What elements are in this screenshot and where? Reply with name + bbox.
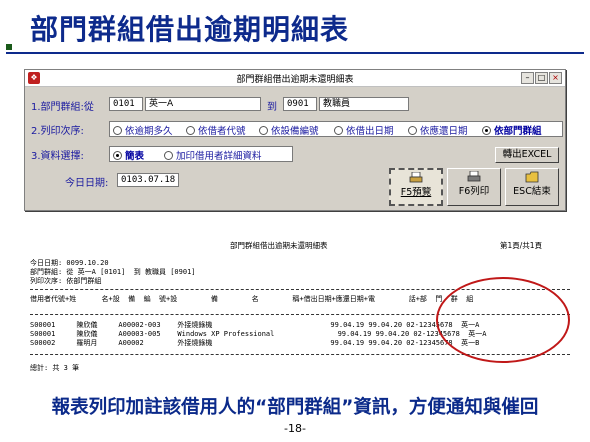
radio-circle-icon bbox=[186, 125, 195, 135]
slide-page-number: -18- bbox=[284, 422, 306, 435]
report-total: 總計: 共 3 筆 bbox=[30, 364, 80, 372]
data-radio-detailed[interactable]: 加印借用者詳細資料 bbox=[164, 148, 262, 162]
order-radio-overdue[interactable]: 依逾期多久 bbox=[113, 123, 173, 137]
radio-circle-icon bbox=[334, 125, 343, 135]
order-radio-dept-group[interactable]: 依部門群組 bbox=[482, 123, 542, 137]
printer-icon bbox=[467, 171, 481, 182]
order-radio-lend-date[interactable]: 依借出日期 bbox=[334, 123, 394, 137]
maximize-button[interactable]: □ bbox=[535, 72, 548, 84]
print-button[interactable]: F6列印 bbox=[447, 168, 501, 206]
export-excel-button[interactable]: 轉出EXCEL bbox=[495, 147, 559, 163]
print-order-label: 2.列印次序: bbox=[31, 126, 84, 137]
report-column-headers: 借用者代號+姓 名+設 備 編 號+設 備 名 稱+借出日期+應還日期+電 話+… bbox=[30, 295, 474, 303]
dept-to-label: 到 bbox=[267, 102, 277, 113]
minimize-button[interactable]: – bbox=[521, 72, 534, 84]
today-date-label: 今日日期: bbox=[65, 178, 109, 189]
preview-button[interactable]: F5預覽 bbox=[389, 168, 443, 206]
dept-to-code-input[interactable]: 0901 bbox=[283, 97, 317, 111]
data-radio-brief[interactable]: 簡表 bbox=[113, 148, 144, 162]
data-select-label: 3.資料選擇: bbox=[31, 151, 84, 162]
radio-circle-icon bbox=[164, 150, 173, 160]
data-select-radio-group: 簡表 加印借用者詳細資料 bbox=[109, 146, 293, 162]
window-title: 部門群組借出逾期未還明細表 bbox=[236, 75, 354, 85]
radio-selected-icon bbox=[482, 125, 491, 135]
order-radio-borrower-id[interactable]: 依借者代號 bbox=[186, 123, 246, 137]
slide-title: 部門群組借出逾期明細表 bbox=[30, 13, 350, 46]
order-radio-equipment-id[interactable]: 依設備編號 bbox=[259, 123, 319, 137]
folder-exit-icon bbox=[525, 171, 539, 183]
dept-group-label: 1.部門群組:從 bbox=[31, 102, 94, 113]
title-bullet bbox=[6, 44, 12, 50]
print-order-radio-group: 依逾期多久 依借者代號 依設備編號 依借出日期 依應還日期 依部門群組 bbox=[109, 121, 563, 137]
dept-from-code-input[interactable]: 0101 bbox=[109, 97, 143, 111]
radio-circle-icon bbox=[259, 125, 268, 135]
window-titlebar: ❖ 部門群組借出逾期未還明細表 – □ × bbox=[25, 70, 565, 87]
radio-circle-icon bbox=[408, 125, 417, 135]
slide-footnote: 報表列印加註該借用人的“部門群組”資訊，方便通知與催回 bbox=[51, 397, 539, 418]
today-date-field[interactable]: 0103.07.18 bbox=[117, 173, 179, 187]
report-page-indicator: 第1頁/共1頁 bbox=[500, 241, 543, 250]
order-radio-due-date[interactable]: 依應還日期 bbox=[408, 123, 468, 137]
radio-circle-icon bbox=[113, 125, 122, 135]
printer-preview-icon bbox=[409, 172, 423, 183]
title-underline bbox=[6, 52, 584, 54]
report-row: S00002 羅明月 A00002 外接燒錄機 99.04.19 99.04.2… bbox=[30, 339, 480, 347]
dept-from-name-field: 英一A bbox=[145, 97, 261, 111]
close-window-button[interactable]: × bbox=[549, 72, 562, 84]
dept-to-name-field: 教職員 bbox=[319, 97, 409, 111]
highlight-ellipse bbox=[436, 277, 570, 363]
exit-button[interactable]: ESC結束 bbox=[505, 168, 559, 206]
report-dialog-window: ❖ 部門群組借出逾期未還明細表 – □ × 1.部門群組:從 0101 英一A … bbox=[24, 69, 566, 211]
report-title: 部門群組借出逾期未還明細表 bbox=[230, 241, 328, 250]
report-print-order: 列印次序: 依部門群組 bbox=[30, 277, 102, 285]
radio-selected-icon bbox=[113, 150, 122, 160]
